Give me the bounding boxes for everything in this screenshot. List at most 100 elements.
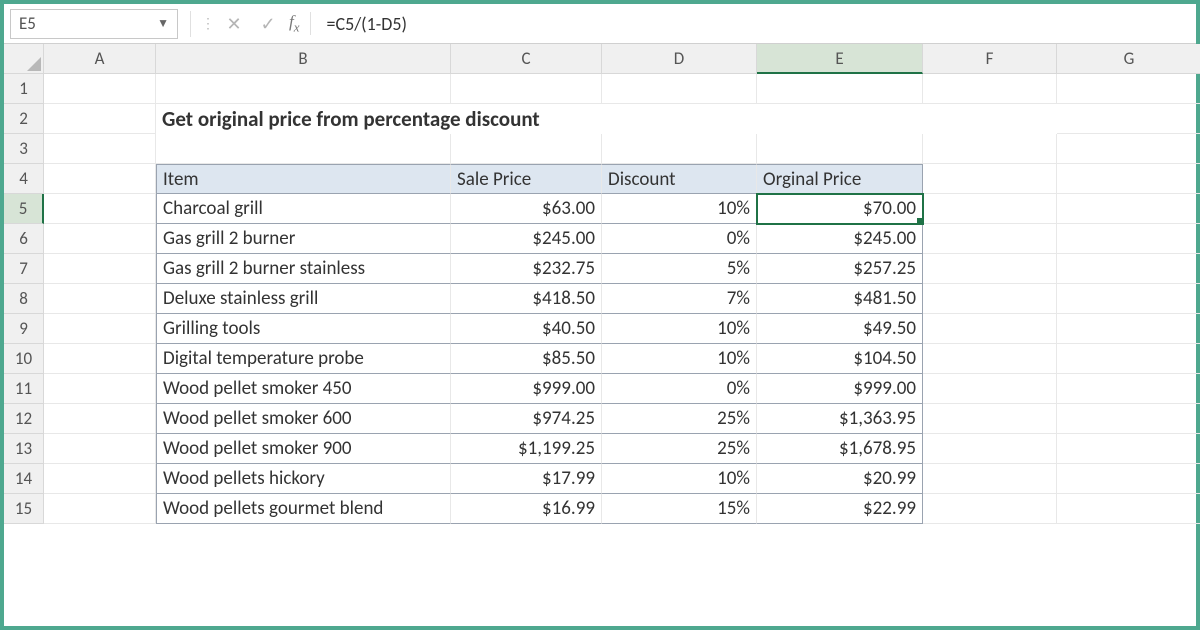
td-discount[interactable]: 10% [602,464,757,494]
cell[interactable] [1057,494,1200,524]
th-original-price[interactable]: Orginal Price [757,164,923,194]
cell[interactable] [602,134,757,164]
td-original-price[interactable]: $257.25 [757,254,923,284]
td-original-price[interactable]: $1,363.95 [757,404,923,434]
cell[interactable] [923,314,1057,344]
cell[interactable] [923,74,1057,104]
td-item[interactable]: Gas grill 2 burner [156,224,451,254]
cell[interactable] [156,74,451,104]
td-item[interactable]: Grilling tools [156,314,451,344]
td-sale-price[interactable]: $232.75 [451,254,602,284]
formula-input[interactable]: =C5/(1-D5) [321,9,1196,39]
row-header-12[interactable]: 12 [4,404,44,434]
td-discount[interactable]: 10% [602,314,757,344]
row-header-5[interactable]: 5 [4,194,44,224]
cell[interactable] [923,404,1057,434]
cancel-formula-icon[interactable]: ✕ [217,13,251,35]
cell[interactable] [923,344,1057,374]
td-discount[interactable]: 0% [602,374,757,404]
row-header-11[interactable]: 11 [4,374,44,404]
td-sale-price[interactable]: $16.99 [451,494,602,524]
cell[interactable] [1057,374,1200,404]
td-item[interactable]: Wood pellet smoker 450 [156,374,451,404]
td-discount[interactable]: 0% [602,224,757,254]
td-item[interactable]: Wood pellet smoker 900 [156,434,451,464]
cell[interactable] [1057,284,1200,314]
cell[interactable] [923,464,1057,494]
td-discount[interactable]: 7% [602,284,757,314]
td-sale-price[interactable]: $63.00 [451,194,602,224]
td-discount[interactable]: 5% [602,254,757,284]
select-all-corner[interactable] [4,44,44,74]
td-original-price[interactable]: $481.50 [757,284,923,314]
row-header-4[interactable]: 4 [4,164,44,194]
cell[interactable] [44,434,156,464]
cell[interactable] [44,404,156,434]
td-sale-price[interactable]: $418.50 [451,284,602,314]
col-header-b[interactable]: B [156,44,451,74]
td-sale-price[interactable]: $85.50 [451,344,602,374]
td-sale-price[interactable]: $974.25 [451,404,602,434]
col-header-d[interactable]: D [602,44,757,74]
cell[interactable] [923,374,1057,404]
td-sale-price[interactable]: $17.99 [451,464,602,494]
cell[interactable] [1057,464,1200,494]
td-original-price[interactable]: $20.99 [757,464,923,494]
cell[interactable] [923,134,1057,164]
cell[interactable] [44,254,156,284]
th-sale-price[interactable]: Sale Price [451,164,602,194]
col-header-g[interactable]: G [1057,44,1200,74]
name-box[interactable]: E5 ▼ [10,9,178,39]
cell[interactable] [1057,344,1200,374]
td-discount[interactable]: 25% [602,434,757,464]
cell[interactable] [44,134,156,164]
td-discount[interactable]: 10% [602,344,757,374]
cell[interactable] [1057,194,1200,224]
td-original-price[interactable]: $245.00 [757,224,923,254]
td-item[interactable]: Digital temperature probe [156,344,451,374]
cell[interactable] [156,134,451,164]
td-item[interactable]: Charcoal grill [156,194,451,224]
col-header-e[interactable]: E [757,44,923,74]
cell[interactable] [757,74,923,104]
cell[interactable] [923,494,1057,524]
row-header-8[interactable]: 8 [4,284,44,314]
fx-icon[interactable]: fx [285,12,311,35]
cell[interactable] [923,194,1057,224]
cell[interactable] [44,284,156,314]
cell[interactable] [44,494,156,524]
row-header-15[interactable]: 15 [4,494,44,524]
col-header-f[interactable]: F [923,44,1057,74]
td-sale-price[interactable]: $40.50 [451,314,602,344]
row-header-7[interactable]: 7 [4,254,44,284]
cell[interactable] [923,284,1057,314]
name-box-dropdown-icon[interactable]: ▼ [157,16,169,31]
td-item[interactable]: Gas grill 2 burner stainless [156,254,451,284]
row-header-2[interactable]: 2 [4,104,44,134]
cell[interactable] [1057,404,1200,434]
td-item[interactable]: Wood pellet smoker 600 [156,404,451,434]
row-header-3[interactable]: 3 [4,134,44,164]
cell[interactable] [1057,224,1200,254]
row-header-9[interactable]: 9 [4,314,44,344]
cell[interactable] [923,164,1057,194]
row-header-14[interactable]: 14 [4,464,44,494]
col-header-a[interactable]: A [44,44,156,74]
cell[interactable] [602,74,757,104]
cell[interactable] [1057,104,1200,134]
td-discount[interactable]: 15% [602,494,757,524]
row-header-13[interactable]: 13 [4,434,44,464]
row-header-1[interactable]: 1 [4,74,44,104]
enter-formula-icon[interactable]: ✓ [251,13,285,35]
cell[interactable] [451,74,602,104]
cell[interactable] [1057,164,1200,194]
th-item[interactable]: Item [156,164,451,194]
cell[interactable] [757,134,923,164]
th-discount[interactable]: Discount [602,164,757,194]
td-sale-price[interactable]: $999.00 [451,374,602,404]
cell[interactable] [44,314,156,344]
td-item[interactable]: Wood pellets gourmet blend [156,494,451,524]
page-title[interactable]: Get original price from percentage disco… [156,104,1057,134]
cell[interactable] [44,74,156,104]
cell[interactable] [923,254,1057,284]
